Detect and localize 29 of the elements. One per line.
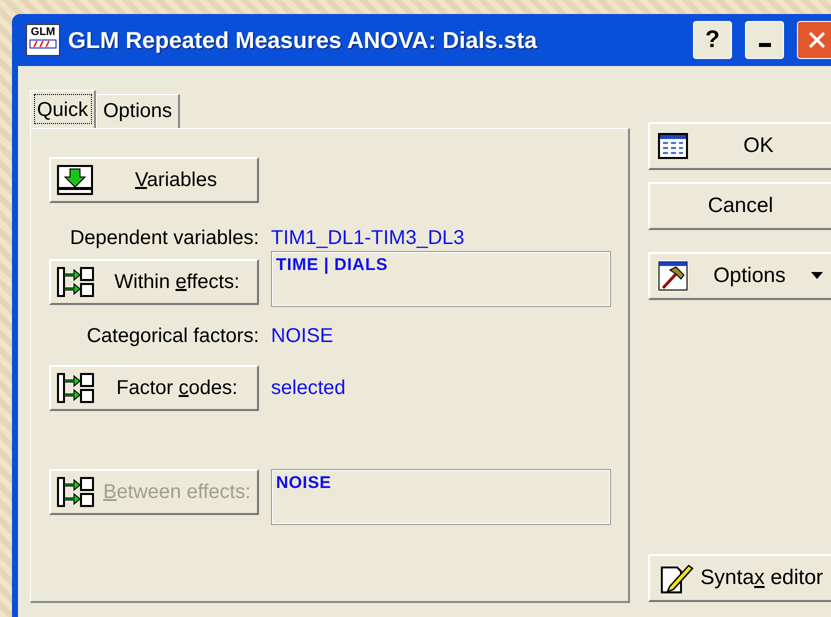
arrows-icon [57,372,95,404]
window-title: GLM Repeated Measures ANOVA: Dials.sta [68,26,538,54]
variables-button[interactable]: Variables [49,157,259,203]
close-button[interactable] [797,21,831,59]
syntax-editor-button[interactable]: Syntax editor [648,554,831,602]
close-icon [806,30,826,50]
ok-button[interactable]: OK [648,122,831,170]
minimize-button[interactable] [745,21,784,59]
within-effects-button[interactable]: Within effects: [49,259,259,305]
table-icon [658,133,688,159]
factor-codes-button[interactable]: Factor codes: [49,365,259,411]
minimize-icon [758,43,770,47]
categorical-value: NOISE [271,325,334,348]
tab[interactable]: Options [96,94,180,128]
options-menu-button[interactable]: Options [648,252,831,300]
dependent-label: Dependent variables: [68,227,259,250]
factor-codes-value: selected [271,377,346,400]
cancel-button[interactable]: Cancel [648,182,831,230]
arrows-icon [57,266,95,298]
categorical-label: Categorical factors: [86,325,259,348]
caret-icon [811,272,823,280]
app-icon: GLM [26,24,60,56]
arrows-icon [57,476,95,508]
help-button[interactable]: ? [693,21,732,59]
within-effects-field[interactable]: TIME | DIALS [271,251,611,307]
tab[interactable]: Quick [30,90,96,128]
download-icon [57,165,93,195]
hammer-icon [658,261,688,291]
dependent-value: TIM1_DL1-TIM3_DL3 [271,227,464,250]
